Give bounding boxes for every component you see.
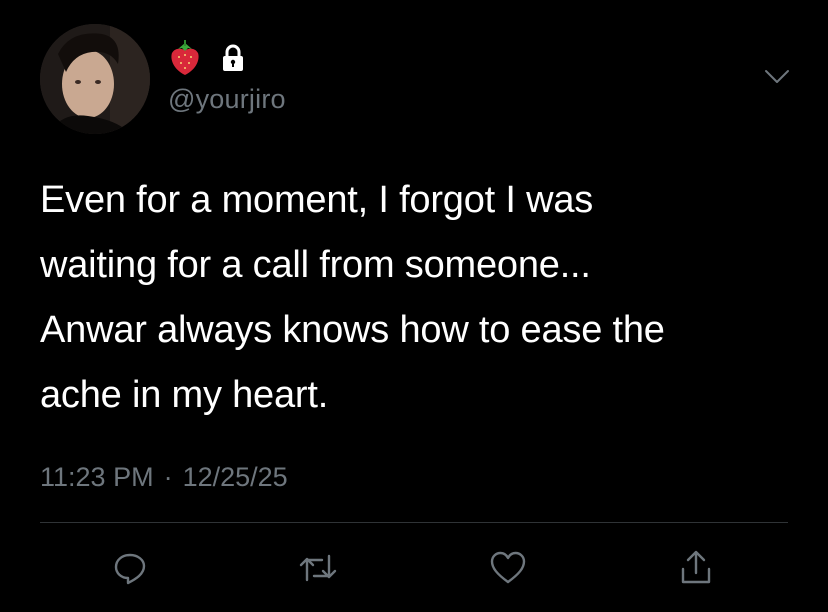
chevron-down-icon[interactable] <box>764 68 790 86</box>
avatar[interactable] <box>40 24 150 134</box>
heart-icon <box>489 550 527 586</box>
share-icon <box>678 549 714 587</box>
retweet-button[interactable] <box>296 546 340 590</box>
speech-bubble-icon <box>112 550 148 586</box>
avatar-image <box>40 24 150 134</box>
strawberry-icon <box>168 39 202 82</box>
reply-button[interactable] <box>108 546 152 590</box>
meta-separator: · <box>163 462 173 492</box>
divider <box>40 522 788 523</box>
lock-icon <box>220 43 246 78</box>
share-button[interactable] <box>674 546 718 590</box>
retweet-icon <box>298 550 338 586</box>
tweet-time: 11:23 PM <box>40 462 154 492</box>
tweet-timestamp[interactable]: 11:23 PM · 12/25/25 <box>40 462 288 493</box>
user-handle[interactable]: @yourjiro <box>168 84 286 115</box>
display-name-row <box>168 38 246 82</box>
tweet-text: Even for a moment, I forgot I was waitin… <box>40 179 665 416</box>
like-button[interactable] <box>486 546 530 590</box>
tweet-card: @yourjiro Even for a moment, I forgot I … <box>0 0 828 612</box>
tweet-date: 12/25/25 <box>182 462 288 492</box>
